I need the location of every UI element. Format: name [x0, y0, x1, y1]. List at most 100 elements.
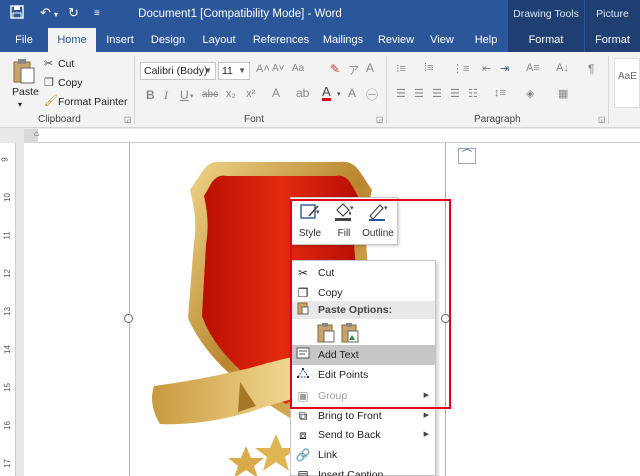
tab-references[interactable]: References	[250, 28, 312, 52]
enclosed-char-icon[interactable]: ㊀	[366, 86, 378, 103]
tab-file[interactable]: File	[8, 28, 40, 52]
submenu-arrow-icon: ▶	[423, 431, 429, 438]
text-effects-icon[interactable]: A	[272, 86, 280, 100]
underline-button[interactable]: U	[180, 88, 189, 102]
horizontal-ruler: ⌂	[24, 129, 640, 143]
shrink-font-icon[interactable]: A˅	[272, 63, 285, 74]
shading-icon[interactable]: ◈	[526, 87, 534, 100]
format-painter-icon: 🖌	[44, 95, 58, 107]
ruler-corner	[0, 129, 24, 143]
ruler-number: 14	[2, 345, 12, 354]
tab-help[interactable]: Help	[468, 28, 504, 52]
ruler-number: 17	[2, 459, 12, 468]
paragraph-launcher-icon[interactable]: ◲	[598, 115, 606, 124]
ruler-number: 16	[2, 421, 12, 430]
align-left-icon[interactable]: ☰	[396, 87, 406, 100]
italic-button[interactable]: I	[164, 88, 168, 103]
word-window: ↶ ▾ ↻ ≡ Document1 [Compatibility Mode] -…	[0, 0, 640, 476]
drawing-tools-header: Drawing Tools	[508, 0, 584, 28]
align-right-icon[interactable]: ☰	[432, 87, 442, 100]
asian-layout-icon[interactable]: A≡	[526, 62, 540, 74]
decrease-indent-icon[interactable]: ⇤	[482, 62, 491, 75]
styles-gallery[interactable]: AaE	[614, 58, 640, 108]
underline-dropdown-icon[interactable]: ▾	[190, 92, 194, 100]
highlight-annotation-box	[290, 199, 451, 409]
chevron-down-icon: ▼	[238, 66, 246, 75]
font-size-value: 11	[222, 65, 233, 77]
tab-review[interactable]: Review	[376, 28, 416, 52]
group-divider	[608, 56, 609, 124]
sort-icon[interactable]: A↓	[556, 62, 569, 74]
tab-format-picture[interactable]: Format	[585, 28, 640, 52]
menu-item-label: Link	[318, 449, 338, 461]
font-group-label: Font	[244, 114, 265, 125]
tab-design[interactable]: Design	[146, 28, 190, 52]
layout-options-icon[interactable]: ⌒	[458, 148, 476, 164]
format-painter-button[interactable]: Format Painter	[58, 96, 127, 108]
align-center-icon[interactable]: ☰	[414, 87, 424, 100]
ruler-number: 9	[0, 157, 10, 162]
cut-icon: ✂	[44, 58, 54, 70]
menu-item-link[interactable]: 🔗 Link	[291, 445, 435, 465]
menu-item-label: Insert Caption...	[318, 469, 393, 476]
send-back-icon: ⧈	[299, 428, 307, 442]
ruler-number: 10	[2, 193, 12, 202]
font-color-dropdown-icon[interactable]: ▾	[337, 90, 341, 98]
copy-icon: ❐	[44, 77, 54, 89]
tab-format-drawing[interactable]: Format	[508, 28, 584, 52]
chevron-down-icon: ▼	[204, 66, 212, 75]
justify-icon[interactable]: ☰	[450, 87, 460, 100]
bring-front-icon: ⧉	[298, 409, 308, 423]
grow-font-icon[interactable]: A˄	[256, 63, 270, 75]
vertical-ruler: 9 10 11 12 13 14 15 16 17	[0, 143, 16, 476]
show-formatting-icon[interactable]: ¶	[588, 62, 594, 76]
ribbon-tabs: File Home Insert Design Layout Reference…	[0, 28, 640, 52]
font-name-value: Calibri (Body)	[144, 65, 208, 77]
font-color-button[interactable]: A	[322, 85, 331, 101]
character-shading-icon[interactable]: A	[348, 86, 356, 100]
tab-layout[interactable]: Layout	[196, 28, 242, 52]
clipboard-group-label: Clipboard	[38, 114, 81, 125]
font-launcher-icon[interactable]: ◲	[376, 115, 384, 124]
font-size-dropdown[interactable]: 11 ▼	[218, 62, 250, 80]
bullets-icon[interactable]: ⁝≡	[396, 62, 406, 75]
strikethrough-button[interactable]: abc	[202, 89, 218, 100]
superscript-button[interactable]: x²	[246, 88, 255, 100]
bold-button[interactable]: B	[146, 88, 155, 102]
ruler-number: 13	[2, 307, 12, 316]
picture-tools-header: Picture Tools	[585, 0, 640, 48]
menu-item-insert-caption[interactable]: ▤ Insert Caption...	[291, 465, 435, 476]
ruler-number: 15	[2, 383, 12, 392]
subscript-button[interactable]: x₂	[226, 88, 236, 100]
distributed-icon[interactable]: ☷	[468, 87, 478, 100]
line-spacing-icon[interactable]: ↕≡	[494, 87, 506, 99]
cut-button[interactable]: Cut	[58, 58, 74, 70]
increase-indent-icon[interactable]: ⇥	[500, 62, 509, 75]
tab-insert[interactable]: Insert	[100, 28, 140, 52]
phonetic-guide-icon[interactable]: ア	[348, 62, 359, 78]
font-name-dropdown[interactable]: Calibri (Body) ▼	[140, 62, 216, 80]
title-bar: ↶ ▾ ↻ ≡ Document1 [Compatibility Mode] -…	[0, 0, 640, 48]
tab-view[interactable]: View	[424, 28, 460, 52]
copy-button[interactable]: Copy	[58, 77, 83, 89]
ruler-number: 12	[2, 269, 12, 278]
numbering-icon[interactable]: ⁞≡	[424, 62, 433, 74]
clear-formatting-icon[interactable]: ✎	[330, 62, 340, 76]
menu-item-bring-to-front[interactable]: ⧉ Bring to Front ▶	[291, 406, 435, 426]
borders-icon[interactable]: ▦	[558, 87, 568, 100]
tab-mailings[interactable]: Mailings	[318, 28, 368, 52]
resize-handle-left[interactable]	[124, 314, 133, 323]
change-case-icon[interactable]: Aa	[292, 63, 304, 74]
multilevel-list-icon[interactable]: ⋮≡	[452, 62, 469, 75]
paste-dropdown-icon[interactable]: ▾	[18, 100, 22, 109]
tab-home[interactable]: Home	[48, 28, 96, 52]
paste-button-label[interactable]: Paste	[12, 86, 39, 98]
clipboard-launcher-icon[interactable]: ◲	[124, 115, 132, 124]
paste-icon[interactable]	[12, 58, 36, 87]
highlight-icon[interactable]: ab	[296, 86, 309, 100]
menu-item-send-to-back[interactable]: ⧈ Send to Back ▶	[291, 425, 435, 445]
left-indent-marker-icon[interactable]: ⌂	[34, 129, 39, 138]
style-preview-normal: AaE	[618, 71, 637, 82]
document-title: Document1 [Compatibility Mode] - Word	[138, 8, 342, 20]
enclose-characters-icon[interactable]: A	[366, 61, 374, 75]
